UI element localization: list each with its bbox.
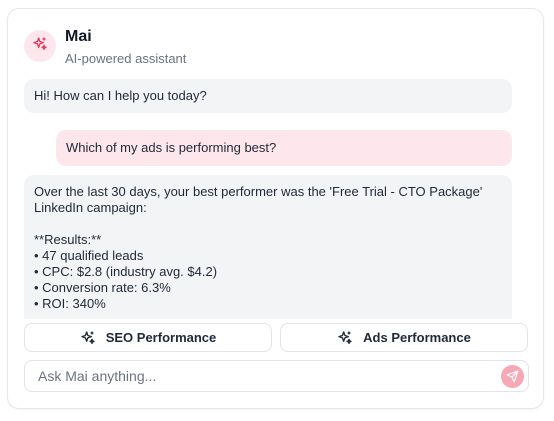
message-line	[34, 312, 502, 319]
message-line	[34, 216, 502, 232]
chat-header: Mai AI-powered assistant	[24, 28, 186, 66]
assistant-message: Hi! How can I help you today?	[24, 79, 512, 113]
message-line: • Conversion rate: 6.3%	[34, 280, 171, 295]
message-line: • 47 qualified leads	[34, 248, 144, 263]
message-input[interactable]	[26, 362, 496, 390]
assistant-message: Over the last 30 days, your best perform…	[24, 175, 512, 319]
seo-performance-button[interactable]: SEO Performance	[24, 323, 272, 352]
chat-widget: Mai AI-powered assistant Hi! How can I h…	[7, 8, 544, 409]
message-line: LinkedIn campaign:	[34, 200, 147, 215]
ads-performance-button[interactable]: Ads Performance	[280, 323, 528, 352]
send-icon	[506, 370, 519, 383]
assistant-subtitle: AI-powered assistant	[65, 51, 187, 66]
message-list[interactable]: Hi! How can I help you today? Which of m…	[24, 79, 512, 319]
message-line: **Results:**	[34, 232, 102, 247]
user-message: Which of my ads is performing best?	[56, 130, 512, 166]
button-label: Ads Performance	[363, 330, 471, 345]
message-line: Over the last 30 days, your best perform…	[34, 184, 483, 199]
message-composer	[24, 360, 529, 392]
assistant-avatar	[24, 30, 56, 62]
message-line: • CPC: $2.8 (industry avg. $4.2)	[34, 264, 218, 279]
sparkle-icon	[337, 330, 353, 346]
message-text: Hi! How can I help you today?	[34, 88, 207, 103]
message-text: Which of my ads is performing best?	[66, 140, 277, 155]
quick-actions: SEO Performance Ads Performance	[24, 323, 529, 353]
sparkle-icon	[32, 36, 48, 57]
assistant-info: Mai AI-powered assistant	[65, 28, 186, 66]
assistant-name: Mai	[65, 28, 92, 45]
button-label: SEO Performance	[105, 330, 217, 345]
message-line: • ROI: 340%	[34, 296, 106, 311]
send-button[interactable]	[501, 365, 524, 388]
sparkle-icon	[80, 330, 96, 346]
